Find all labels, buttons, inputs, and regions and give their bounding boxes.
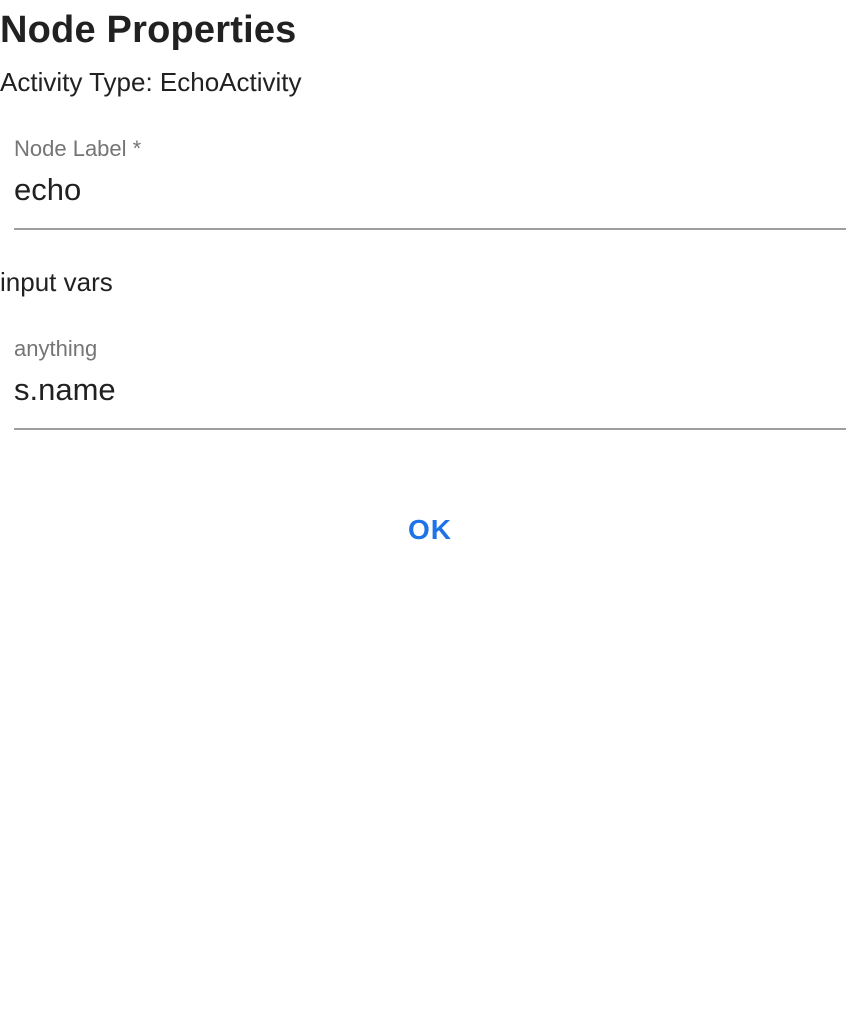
anything-field-label: anything (14, 336, 98, 361)
input-vars-heading: input vars (0, 267, 113, 297)
node-label-field-label: Node Label * (14, 136, 142, 161)
activity-type-text: Activity Type: EchoActivity (0, 67, 302, 97)
node-label-input[interactable] (14, 170, 846, 210)
dialog-title: Node Properties (0, 9, 297, 51)
anything-field: anything (14, 336, 846, 432)
node-label-underline (14, 228, 846, 230)
anything-underline (14, 428, 846, 430)
anything-input[interactable] (14, 370, 846, 410)
node-label-field: Node Label * (14, 136, 846, 232)
node-properties-dialog: Node Properties Activity Type: EchoActiv… (0, 0, 860, 1012)
ok-button[interactable]: OK (392, 506, 468, 554)
